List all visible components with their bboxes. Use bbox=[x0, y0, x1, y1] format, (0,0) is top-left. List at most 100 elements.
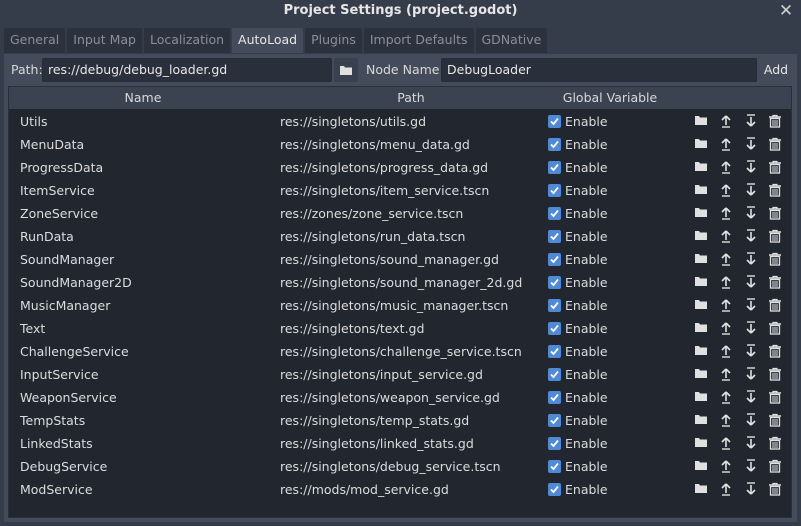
folder-icon[interactable] bbox=[694, 183, 708, 197]
arrow-up-icon[interactable] bbox=[720, 344, 734, 358]
trash-icon[interactable] bbox=[768, 344, 782, 358]
arrow-up-icon[interactable] bbox=[720, 275, 734, 289]
checkbox-checked-icon[interactable] bbox=[548, 437, 561, 450]
table-row[interactable]: ZoneService res://zones/zone_service.tscn… bbox=[9, 202, 791, 225]
arrow-down-icon[interactable] bbox=[745, 344, 759, 358]
arrow-up-icon[interactable] bbox=[720, 229, 734, 243]
checkbox-checked-icon[interactable] bbox=[548, 368, 561, 381]
folder-icon[interactable] bbox=[694, 482, 708, 496]
trash-icon[interactable] bbox=[768, 275, 782, 289]
checkbox-checked-icon[interactable] bbox=[548, 253, 561, 266]
checkbox-checked-icon[interactable] bbox=[548, 207, 561, 220]
trash-icon[interactable] bbox=[768, 252, 782, 266]
table-row[interactable]: ProgressData res://singletons/progress_da… bbox=[9, 156, 791, 179]
table-row[interactable]: InputService res://singletons/input_servi… bbox=[9, 363, 791, 386]
table-row[interactable]: MusicManager res://singletons/music_manag… bbox=[9, 294, 791, 317]
arrow-up-icon[interactable] bbox=[720, 321, 734, 335]
tab-gdnative[interactable]: GDNative bbox=[475, 28, 548, 53]
table-row[interactable]: SoundManager res://singletons/sound_manag… bbox=[9, 248, 791, 271]
checkbox-checked-icon[interactable] bbox=[548, 414, 561, 427]
trash-icon[interactable] bbox=[768, 321, 782, 335]
folder-icon[interactable] bbox=[694, 390, 708, 404]
arrow-down-icon[interactable] bbox=[745, 137, 759, 151]
arrow-down-icon[interactable] bbox=[745, 390, 759, 404]
arrow-up-icon[interactable] bbox=[720, 436, 734, 450]
trash-icon[interactable] bbox=[768, 298, 782, 312]
folder-icon[interactable] bbox=[694, 321, 708, 335]
checkbox-checked-icon[interactable] bbox=[548, 115, 561, 128]
trash-icon[interactable] bbox=[768, 390, 782, 404]
checkbox-checked-icon[interactable] bbox=[548, 161, 561, 174]
checkbox-checked-icon[interactable] bbox=[548, 391, 561, 404]
arrow-up-icon[interactable] bbox=[720, 298, 734, 312]
arrow-up-icon[interactable] bbox=[720, 459, 734, 473]
trash-icon[interactable] bbox=[768, 160, 782, 174]
arrow-down-icon[interactable] bbox=[745, 436, 759, 450]
trash-icon[interactable] bbox=[768, 114, 782, 128]
trash-icon[interactable] bbox=[768, 436, 782, 450]
arrow-down-icon[interactable] bbox=[745, 252, 759, 266]
arrow-down-icon[interactable] bbox=[745, 482, 759, 496]
folder-icon[interactable] bbox=[694, 229, 708, 243]
checkbox-checked-icon[interactable] bbox=[548, 230, 561, 243]
table-row[interactable]: RunData res://singletons/run_data.tscn Ena… bbox=[9, 225, 791, 248]
folder-icon[interactable] bbox=[694, 459, 708, 473]
arrow-down-icon[interactable] bbox=[745, 413, 759, 427]
checkbox-checked-icon[interactable] bbox=[548, 184, 561, 197]
folder-icon[interactable] bbox=[694, 206, 708, 220]
table-row[interactable]: ItemService res://singletons/item_service… bbox=[9, 179, 791, 202]
table-row[interactable]: ModService res://mods/mod_service.gd Enabl… bbox=[9, 478, 791, 501]
checkbox-checked-icon[interactable] bbox=[548, 276, 561, 289]
folder-icon[interactable] bbox=[694, 413, 708, 427]
browse-path-button[interactable] bbox=[334, 58, 358, 82]
trash-icon[interactable] bbox=[768, 229, 782, 243]
table-row[interactable]: ChallengeService res://singletons/challen… bbox=[9, 340, 791, 363]
folder-icon[interactable] bbox=[694, 367, 708, 381]
table-row[interactable]: LinkedStats res://singletons/linked_stats… bbox=[9, 432, 791, 455]
arrow-down-icon[interactable] bbox=[745, 160, 759, 174]
close-icon[interactable]: ✕ bbox=[777, 1, 795, 21]
add-button[interactable]: Add bbox=[760, 58, 792, 82]
trash-icon[interactable] bbox=[768, 206, 782, 220]
arrow-up-icon[interactable] bbox=[720, 137, 734, 151]
arrow-up-icon[interactable] bbox=[720, 413, 734, 427]
arrow-up-icon[interactable] bbox=[720, 482, 734, 496]
table-row[interactable]: MenuData res://singletons/menu_data.gd Ena… bbox=[9, 133, 791, 156]
arrow-down-icon[interactable] bbox=[745, 229, 759, 243]
table-row[interactable]: Utils res://singletons/utils.gd Enable bbox=[9, 110, 791, 133]
arrow-up-icon[interactable] bbox=[720, 206, 734, 220]
arrow-up-icon[interactable] bbox=[720, 390, 734, 404]
arrow-up-icon[interactable] bbox=[720, 367, 734, 381]
arrow-up-icon[interactable] bbox=[720, 160, 734, 174]
folder-icon[interactable] bbox=[694, 160, 708, 174]
checkbox-checked-icon[interactable] bbox=[548, 460, 561, 473]
arrow-down-icon[interactable] bbox=[745, 206, 759, 220]
folder-icon[interactable] bbox=[694, 137, 708, 151]
table-row[interactable]: TempStats res://singletons/temp_stats.gd E… bbox=[9, 409, 791, 432]
tab-general[interactable]: General bbox=[4, 28, 66, 53]
trash-icon[interactable] bbox=[768, 183, 782, 197]
table-row[interactable]: WeaponService res://singletons/weapon_ser… bbox=[9, 386, 791, 409]
trash-icon[interactable] bbox=[768, 413, 782, 427]
arrow-down-icon[interactable] bbox=[745, 275, 759, 289]
folder-icon[interactable] bbox=[694, 344, 708, 358]
arrow-down-icon[interactable] bbox=[745, 367, 759, 381]
trash-icon[interactable] bbox=[768, 482, 782, 496]
trash-icon[interactable] bbox=[768, 459, 782, 473]
arrow-down-icon[interactable] bbox=[745, 321, 759, 335]
arrow-down-icon[interactable] bbox=[745, 114, 759, 128]
arrow-down-icon[interactable] bbox=[745, 183, 759, 197]
checkbox-checked-icon[interactable] bbox=[548, 345, 561, 358]
checkbox-checked-icon[interactable] bbox=[548, 483, 561, 496]
node-name-input[interactable]: DebugLoader bbox=[441, 58, 757, 82]
table-row[interactable]: SoundManager2D res://singletons/sound_man… bbox=[9, 271, 791, 294]
table-row[interactable]: Text res://singletons/text.gd Enable bbox=[9, 317, 791, 340]
checkbox-checked-icon[interactable] bbox=[548, 299, 561, 312]
trash-icon[interactable] bbox=[768, 137, 782, 151]
checkbox-checked-icon[interactable] bbox=[548, 138, 561, 151]
arrow-down-icon[interactable] bbox=[745, 459, 759, 473]
folder-icon[interactable] bbox=[694, 275, 708, 289]
arrow-up-icon[interactable] bbox=[720, 252, 734, 266]
folder-icon[interactable] bbox=[694, 114, 708, 128]
tab-input-map[interactable]: Input Map bbox=[67, 28, 142, 53]
